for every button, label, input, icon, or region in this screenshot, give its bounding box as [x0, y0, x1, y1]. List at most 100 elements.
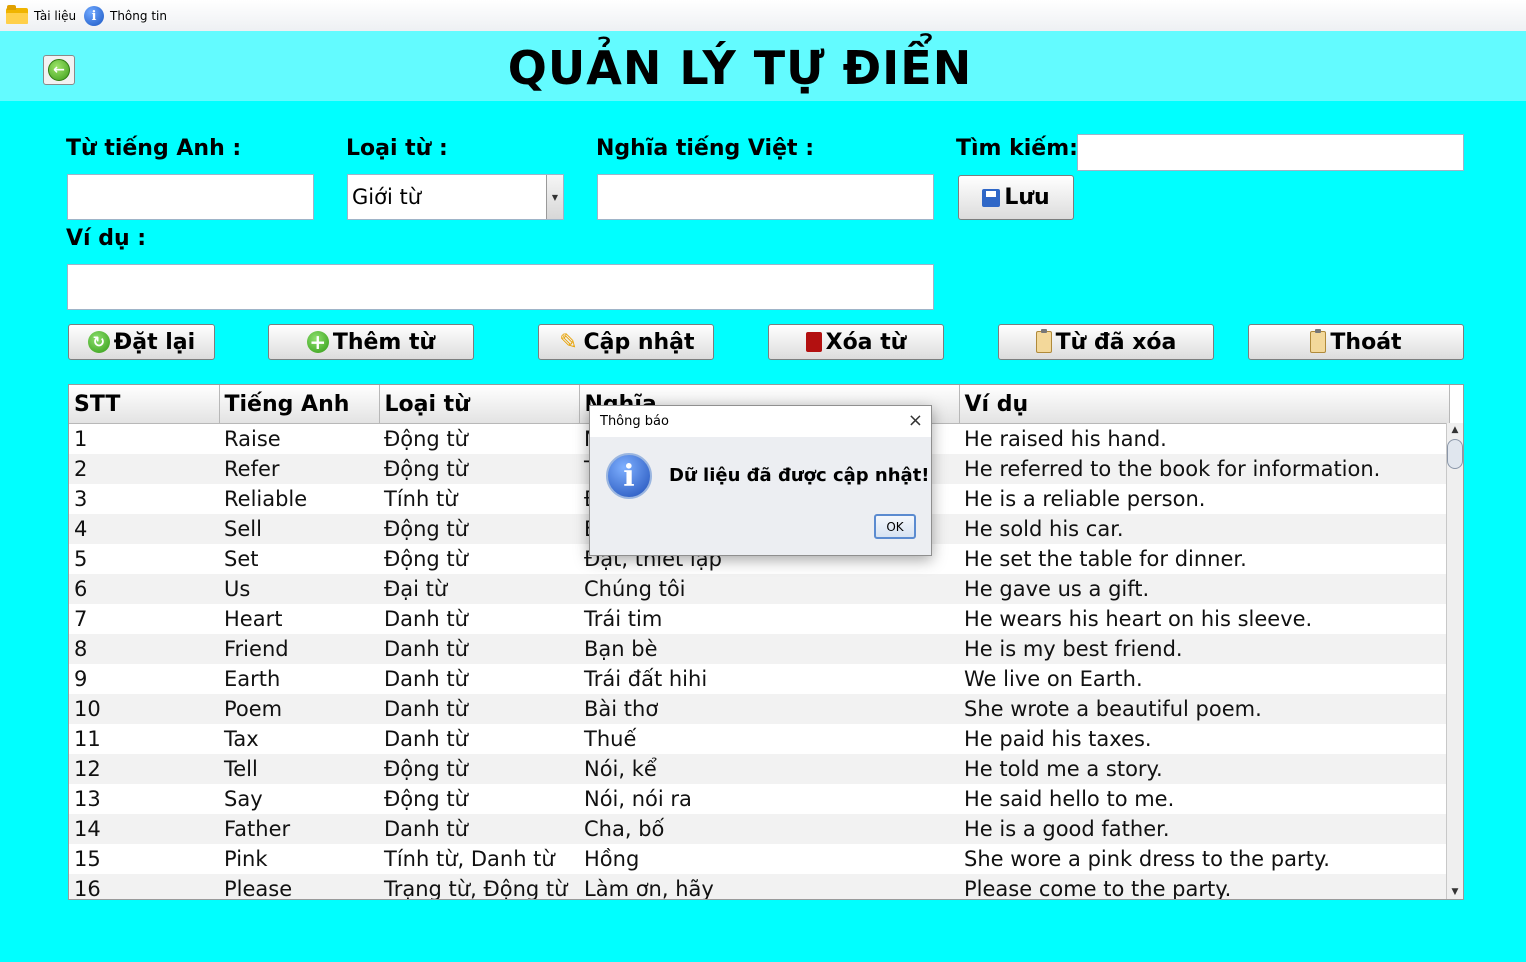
vertical-scrollbar[interactable]: ▲ ▼: [1446, 423, 1463, 899]
cell-type: Động từ: [379, 454, 579, 484]
cell-type: Danh từ: [379, 694, 579, 724]
column-header-english[interactable]: Tiếng Anh: [219, 385, 380, 424]
table-row[interactable]: 11 Tax Danh từ Thuế He paid his taxes.: [69, 724, 1449, 754]
menu-item-info[interactable]: i Thông tin: [84, 5, 167, 27]
cell-meaning: Nói, kể: [579, 754, 959, 784]
reset-button[interactable]: ↻ Đặt lại: [68, 324, 215, 360]
cell-type: Động từ: [384, 787, 468, 811]
column-header-type[interactable]: Loại từ: [379, 385, 580, 424]
cell-english: Us: [219, 574, 379, 604]
cell-type: Danh từ: [379, 814, 579, 844]
cell-example: He is my best friend.: [959, 634, 1449, 664]
cell-example: He is a reliable person.: [964, 487, 1206, 511]
cell-meaning: Hồng: [584, 847, 640, 871]
cell-stt: 12: [69, 754, 219, 784]
cell-meaning: Trái tim: [584, 607, 663, 631]
table-row[interactable]: 14 Father Danh từ Cha, bố He is a good fathe…: [69, 814, 1449, 844]
pencil-icon: ✎: [559, 329, 578, 355]
cell-meaning: Chúng tôi: [579, 574, 959, 604]
cell-stt: 3: [74, 487, 88, 511]
scroll-up-arrow-icon[interactable]: ▲: [1447, 423, 1463, 437]
english-word-input[interactable]: [67, 174, 314, 220]
cell-stt: 5: [74, 547, 88, 571]
trash-icon: [805, 332, 822, 352]
table-row[interactable]: 6 Us Đại từ Chúng tôi He gave us a gift.: [69, 574, 1449, 604]
refresh-icon: ↻: [87, 331, 110, 353]
save-icon: [982, 188, 1001, 207]
english-word-label: Từ tiếng Anh :: [66, 136, 242, 161]
menu-item-documents[interactable]: Tài liệu: [6, 5, 76, 27]
table-row[interactable]: 10 Poem Danh từ Bài thơ She wrote a beautifu…: [69, 694, 1449, 724]
dialog-titlebar[interactable]: Thông báo ×: [590, 406, 931, 437]
cell-example: He raised his hand.: [964, 427, 1167, 451]
example-input[interactable]: [67, 264, 934, 310]
ok-button[interactable]: OK: [874, 514, 916, 539]
cell-english: Reliable: [224, 487, 308, 511]
update-button[interactable]: ✎ Cập nhật: [538, 324, 714, 360]
cell-type: Tính từ: [384, 487, 458, 511]
cell-example: She wore a pink dress to the party.: [964, 847, 1330, 871]
table-row[interactable]: 12 Tell Động từ Nói, kể He told me a story.: [69, 754, 1449, 784]
exit-button[interactable]: Thoát: [1248, 324, 1464, 360]
table-row[interactable]: 16 Please Trạng từ, Động từ Làm ơn, hãy Plea…: [69, 874, 1449, 899]
update-button-label: Cập nhật: [583, 329, 695, 355]
word-type-value: Giới từ: [352, 185, 422, 209]
exit-button-label: Thoát: [1330, 329, 1402, 355]
cell-english: Please: [219, 874, 379, 899]
search-input[interactable]: [1077, 134, 1464, 171]
table-row[interactable]: 7 Heart Danh từ Trái tim He wears his heart …: [69, 604, 1449, 634]
cell-english: Pink: [224, 847, 268, 871]
cell-english: Earth: [224, 667, 281, 691]
folder-icon: [6, 5, 28, 24]
cell-type: Động từ: [384, 427, 468, 451]
cell-example: He set the table for dinner.: [964, 547, 1247, 571]
deleted-words-button-label: Từ đã xóa: [1055, 329, 1177, 355]
cell-type: Danh từ: [384, 607, 468, 631]
cell-stt: 11: [74, 727, 101, 751]
cell-english: Raise: [224, 427, 281, 451]
column-header-stt[interactable]: STT: [69, 385, 220, 424]
search-label: Tìm kiếm:: [956, 136, 1078, 161]
delete-word-button[interactable]: Xóa từ: [768, 324, 944, 360]
table-row[interactable]: 15 Pink Tính từ, Danh từ Hồng She wore a pin…: [69, 844, 1449, 874]
menu-item-label: Thông tin: [110, 9, 167, 23]
add-word-button[interactable]: + Thêm từ: [268, 324, 474, 360]
cell-example: He wears his heart on his sleeve.: [964, 607, 1313, 631]
cell-example: He said hello to me.: [964, 787, 1175, 811]
meaning-input[interactable]: [597, 174, 934, 220]
cell-stt: 10: [69, 694, 219, 724]
cell-type: Động từ: [384, 547, 468, 571]
clipboard-icon: [1035, 329, 1052, 353]
info-icon: i: [84, 6, 104, 26]
table-row[interactable]: 8 Friend Danh từ Bạn bè He is my best friend…: [69, 634, 1449, 664]
cell-english: Friend: [219, 634, 379, 664]
cell-stt: 1: [74, 427, 88, 451]
plus-icon: +: [306, 330, 329, 354]
cell-type: Danh từ: [384, 667, 468, 691]
cell-stt: 7: [74, 607, 88, 631]
cell-meaning: Bạn bè: [579, 634, 959, 664]
menu-item-label: Tài liệu: [34, 9, 77, 23]
info-icon: i: [606, 453, 652, 499]
scroll-thumb[interactable]: [1447, 439, 1463, 469]
word-type-select[interactable]: Giới từ ▼: [347, 174, 564, 220]
cell-stt: 14: [69, 814, 219, 844]
close-icon[interactable]: ×: [908, 410, 923, 431]
cell-meaning: Cha, bố: [579, 814, 959, 844]
deleted-words-button[interactable]: Từ đã xóa: [998, 324, 1214, 360]
cell-meaning: Làm ơn, hãy: [579, 874, 959, 899]
cell-type: Động từ: [379, 754, 579, 784]
example-label: Ví dụ :: [66, 226, 147, 251]
cell-english: Poem: [219, 694, 379, 724]
table-row[interactable]: 9 Earth Danh từ Trái đất hihi We live on Ear…: [69, 664, 1449, 694]
column-header-example[interactable]: Ví dụ: [959, 385, 1450, 424]
cell-english: Set: [224, 547, 259, 571]
chevron-down-icon[interactable]: ▼: [546, 175, 563, 219]
cell-english: Tax: [224, 727, 259, 751]
save-button[interactable]: Lưu: [958, 175, 1074, 220]
cell-example: He told me a story.: [959, 754, 1449, 784]
cell-type: Danh từ: [379, 634, 579, 664]
scroll-down-arrow-icon[interactable]: ▼: [1447, 885, 1463, 899]
table-row[interactable]: 13 Say Động từ Nói, nói ra He said hello to …: [69, 784, 1449, 814]
cell-example: He sold his car.: [959, 514, 1449, 544]
